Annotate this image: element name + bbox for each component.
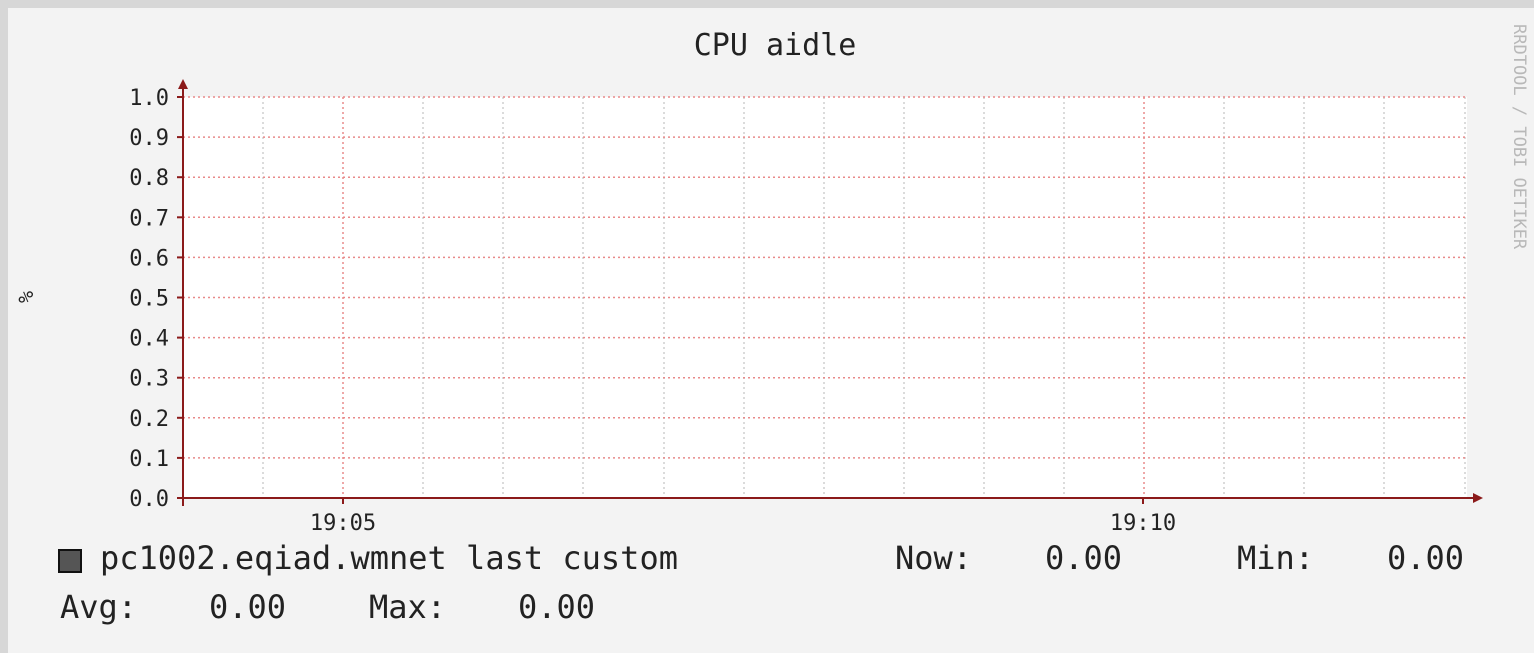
- y-tick-label: 0.9: [129, 126, 169, 151]
- legend-now-value: 0.00: [1045, 539, 1123, 577]
- y-tick-label: 0.0: [129, 487, 169, 512]
- watermark: RRDTOOL / TOBI OETIKER: [1509, 24, 1529, 250]
- legend-avg-value: 0.00: [209, 588, 287, 626]
- legend-min-label: Min:: [1237, 539, 1315, 577]
- y-tick-label: 0.4: [129, 327, 169, 352]
- y-tick-label: 0.5: [129, 287, 169, 312]
- x-axis-arrow: [1473, 493, 1483, 503]
- y-tick-label: 0.6: [129, 246, 169, 271]
- y-axis-arrow: [178, 79, 188, 89]
- x-tick-labels: 19:05 19:10: [310, 511, 1176, 536]
- y-tick-label: 0.3: [129, 367, 169, 392]
- y-tick-label: 1.0: [129, 86, 169, 111]
- y-tick-label: 0.8: [129, 166, 169, 191]
- y-tick-label: 0.1: [129, 447, 169, 472]
- y-tick-label: 0.7: [129, 206, 169, 231]
- legend-min-value: 0.00: [1387, 539, 1465, 577]
- y-tick-labels: 0.0 0.1 0.2 0.3 0.4 0.5 0.6 0.7 0.8 0.9 1.0: [129, 86, 169, 512]
- series-color-swatch: [58, 549, 82, 573]
- y-tick-label: 0.2: [129, 407, 169, 432]
- chart-title: CPU aidle: [694, 28, 857, 63]
- legend-avg-label: Avg:: [60, 588, 138, 626]
- legend-max-label: Max:: [369, 588, 447, 626]
- x-tick-label: 19:10: [1110, 511, 1176, 536]
- legend-series-label: pc1002.eqiad.wmnet last custom: [100, 539, 678, 577]
- x-tick-label: 19:05: [310, 511, 376, 536]
- legend-max-value: 0.00: [518, 588, 596, 626]
- legend-now-label: Now:: [895, 539, 973, 577]
- y-axis-label: %: [14, 291, 38, 303]
